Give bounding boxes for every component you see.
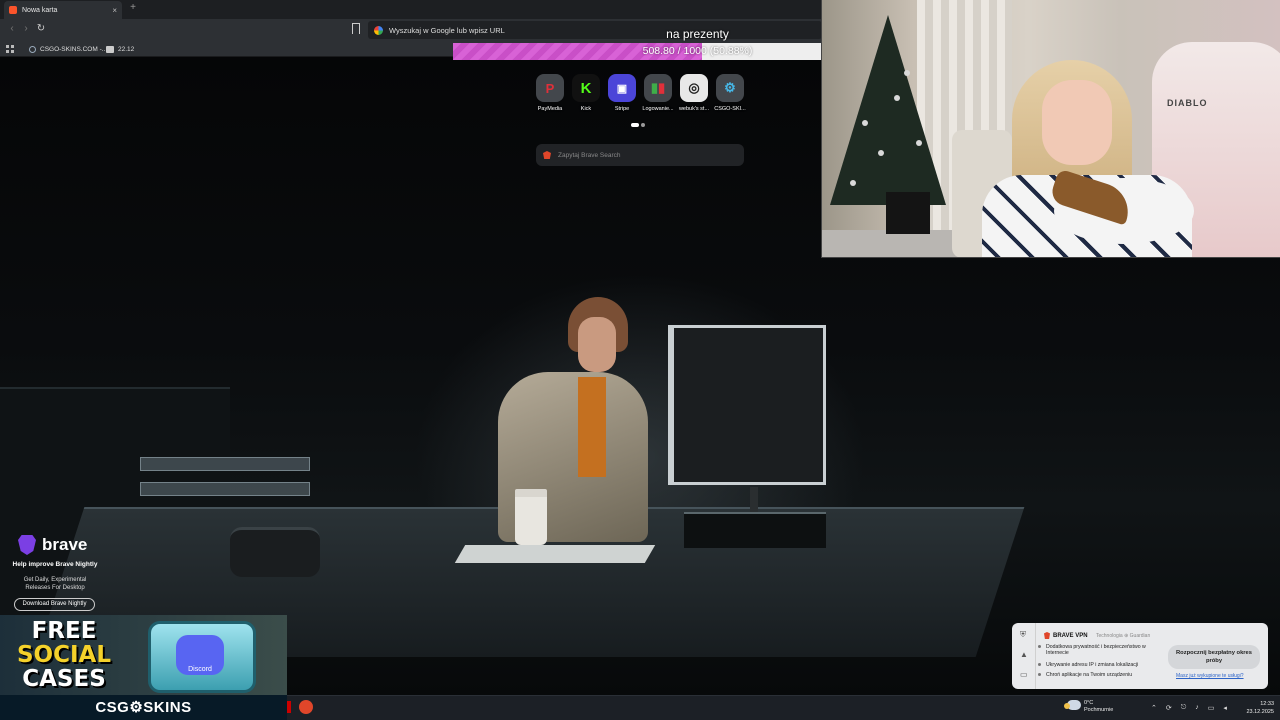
address-placeholder: Wyszukaj w Google lub wpisz URL [389,25,505,35]
ornament [916,140,922,146]
christmas-tree [830,15,946,205]
vpn-title: BRAVE VPN [1044,632,1088,639]
ornament [862,120,868,126]
globe-icon [29,45,36,53]
shortcut-kick[interactable]: K Kick [568,74,604,112]
ad-brand: CSG⚙SKINS [0,695,287,720]
promo-subtext: Get Daily, Experimental Releases For Des… [23,577,87,591]
search-placeholder: Zapytaj Brave Search [558,151,621,159]
stripe-icon: ▣ [608,74,636,102]
shortcut-pagination [631,123,645,127]
brave-favicon-icon [9,6,17,14]
taskbar: 0°C Pochmurnie ⌃ ⟳ ⎋ ♪ ▭ ◂ 12:33 23.12.2… [287,695,1280,720]
promo-headline: Help improve Brave Nightly [12,561,98,568]
vpn-shield-icon [1044,632,1050,639]
bookmark-folder-2212[interactable]: 22.12 [106,43,134,55]
google-icon [374,25,383,35]
brave-wordmark: brave [42,535,88,554]
vpn-feature: Dodatkowa prywatność i bezpieczeństwo w … [1038,644,1166,656]
apps-grid-icon [6,45,14,53]
woman-at-desk [478,297,658,547]
clock[interactable]: 12:33 23.12.2025 [1238,700,1274,716]
coffee-cup [515,489,547,545]
bookmark-icon[interactable] [352,23,360,34]
tray-shelf [140,457,310,471]
mic-icon[interactable]: ♪ [1195,704,1199,712]
shortcut-paymedia[interactable]: P PayMedia [532,74,568,112]
download-nightly-button[interactable]: Download Brave Nightly [14,598,95,611]
bookmark-label: 22.12 [118,45,135,53]
kick-icon: K [572,74,600,102]
display-icon[interactable]: ▭ [1208,704,1215,712]
shortcut-label: CSGO-SKI... [714,106,746,112]
vpn-popup: ⛨ ▲ ▭ BRAVE VPN Technologia ⊕ Guardian D… [1012,623,1268,689]
apps-button[interactable] [6,43,14,55]
weather-widget[interactable]: 0°C Pochmurnie [1084,700,1113,714]
ornament [904,70,910,76]
csgo-skins-ad[interactable]: FREE SOCIAL CASES Discord CSG⚙SKINS [0,615,287,720]
warning-icon[interactable]: ▲ [1020,651,1028,659]
monitor [668,325,826,485]
shield-icon[interactable]: ⛨ [1020,631,1028,639]
start-trial-button[interactable]: Rozpocznij bezpłatny okres próby [1168,645,1260,669]
system-tray: ⌃ ⟳ ⎋ ♪ ▭ ◂ [1151,704,1227,712]
shortcut-label: Stripe [614,106,630,112]
brave-taskbar-icon[interactable] [299,700,313,714]
brave-lion-icon [543,151,551,159]
shortcut-logowanie[interactable]: ▮ ▮ Logowanie... [640,74,676,112]
bookmark-label: CSGO-SKINS.COM -... [40,45,108,53]
tab-new-tab[interactable]: Nowa karta × [4,1,122,19]
network-icon[interactable]: ⎋ [1181,704,1187,712]
chevron-up-icon[interactable]: ⌃ [1151,704,1157,712]
new-tab-button[interactable]: + [127,2,139,13]
vpn-sidebar: ⛨ ▲ ▭ [1012,623,1036,689]
already-purchased-link[interactable]: Masz już wykupione te usługi? [1176,673,1244,679]
shortcut-label: Logowanie... [642,106,674,112]
csgo-skins-icon: ⚙ [716,74,744,102]
webcam-overlay: DIABLO [821,0,1280,258]
desk-phone [230,527,320,577]
ornament [894,95,900,101]
shortcut-label: webuk's st... [678,106,710,112]
reload-button[interactable]: ↻ [34,22,48,36]
tab-bar: Nowa karta × + [0,0,822,19]
forward-button[interactable]: › [19,22,33,36]
shortcut-csgo-skins[interactable]: ⚙ CSGO-SKI... [712,74,748,112]
sync-icon[interactable]: ⟳ [1166,704,1172,712]
tab-title: Nowa karta [22,6,58,14]
shortcut-webuk[interactable]: ◎ webuk's st... [676,74,712,112]
brave-lion-icon [18,535,36,555]
goal-title: na prezenty [666,27,729,41]
wallet-icon[interactable]: ▭ [1020,671,1028,679]
page-dot-active[interactable] [631,123,639,127]
tray-shelf [140,482,310,496]
vpn-tech: Technologia ⊕ Guardian [1096,633,1151,639]
shortcut-label: PayMedia [537,106,563,112]
shortcut-label: Kick [580,106,592,112]
brave-logo: brave [18,535,87,555]
ornament [850,180,856,186]
taskbar-indicator [287,701,291,713]
folder-icon [106,45,114,53]
paymedia-icon: P [536,74,564,102]
keyboard [684,512,826,548]
shortcut-stripe[interactable]: ▣ Stripe [604,74,640,112]
bookmark-csgo-skins[interactable]: CSGO-SKINS.COM -... [29,43,107,55]
logowanie-icon: ▮ ▮ [644,74,672,102]
volume-icon[interactable]: ◂ [1223,704,1227,712]
paper-sheet [454,545,656,563]
vpn-feature: Chroń aplikacje na Twoim urządzeniu [1038,672,1166,678]
close-tab-icon[interactable]: × [112,6,117,15]
page-dot[interactable] [641,123,645,127]
tree-pot [886,192,930,234]
ad-headline: FREE SOCIAL CASES [16,618,111,692]
back-button[interactable]: ‹ [5,22,19,36]
webuk-icon: ◎ [680,74,708,102]
cloud-icon[interactable] [1064,700,1081,710]
ornament [878,150,884,156]
brave-search-input[interactable]: Zapytaj Brave Search [536,144,744,166]
discord-icon: Discord [176,635,224,675]
vpn-feature: Ukrywanie adresu IP i zmiana lokalizacji [1038,662,1166,668]
